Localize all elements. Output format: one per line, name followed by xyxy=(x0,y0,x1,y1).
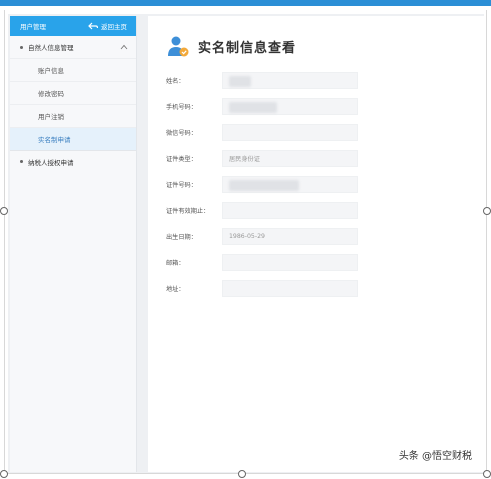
chevron-up-icon xyxy=(120,44,128,50)
frame-border-left xyxy=(4,10,5,474)
resize-handle-bottom-left[interactable] xyxy=(0,470,8,478)
form-row-email: 邮箱： xyxy=(166,254,358,271)
field-label: 地址： xyxy=(166,286,185,293)
back-to-home-label: 返回主页 xyxy=(101,23,127,31)
field-label: 手机号码： xyxy=(166,104,197,111)
bullet-icon xyxy=(20,160,23,163)
resize-handle-bottom[interactable] xyxy=(238,470,246,478)
resize-handle-bottom-right[interactable] xyxy=(483,470,491,478)
back-to-home-link[interactable]: 返回主页 xyxy=(88,21,127,31)
field-label: 姓名： xyxy=(166,78,185,85)
back-arrow-icon xyxy=(88,22,98,30)
redacted-mask xyxy=(229,180,299,191)
address-field[interactable] xyxy=(222,280,358,297)
birthdate-field[interactable]: 1986-05-29 xyxy=(222,228,358,245)
id-type-value: 居民身份证 xyxy=(229,156,260,163)
top-accent-bar xyxy=(0,0,491,6)
form-row-id-number: 证件号码： xyxy=(166,176,358,193)
sidebar-item-label: 用户注销 xyxy=(38,113,64,121)
form-row-id-type: 证件类型： 居民身份证 xyxy=(166,150,358,167)
page-header: 实名制信息查看 xyxy=(166,34,296,58)
field-label: 证件有效期止： xyxy=(166,208,210,215)
user-profile-icon xyxy=(168,36,189,57)
form-row-address: 地址： xyxy=(166,280,358,297)
sidebar-item-user-deregister[interactable]: 用户注销 xyxy=(10,104,136,127)
sidebar-group-natural-person[interactable]: 自然人信息管理 xyxy=(10,36,136,58)
watermark-text: 头条 @悟空财税 xyxy=(398,451,472,462)
email-field[interactable] xyxy=(222,254,358,271)
field-label: 证件号码： xyxy=(166,182,197,189)
redacted-mask xyxy=(229,76,251,87)
bullet-icon xyxy=(20,45,23,49)
resize-handle-left[interactable] xyxy=(0,207,8,215)
form-row-wechat: 微信号码： xyxy=(166,124,358,141)
sidebar-group-taxpayer-authorization[interactable]: 纳税人授权申请 xyxy=(10,150,136,172)
field-label: 证件类型： xyxy=(166,156,197,163)
id-type-field[interactable]: 居民身份证 xyxy=(222,150,358,167)
phone-field[interactable] xyxy=(222,98,358,115)
sidebar-header: 用户管理 返回主页 xyxy=(10,16,136,36)
watermark: 头条 @悟空财税 xyxy=(399,447,472,462)
sidebar-item-label: 实名制申请 xyxy=(38,136,71,144)
birthdate-value: 1986-05-29 xyxy=(229,233,265,240)
sidebar-item-change-password[interactable]: 修改密码 xyxy=(10,81,136,104)
sidebar-header-title: 用户管理 xyxy=(20,23,46,31)
sidebar-item-label: 账户信息 xyxy=(38,67,64,75)
sidebar: 用户管理 返回主页 自然人信息管理 账户信息 修改密码 用户注销 实名制申请 纳… xyxy=(10,16,137,472)
redacted-mask xyxy=(229,102,277,113)
id-expiry-field[interactable] xyxy=(222,202,358,219)
form-row-birthdate: 出生日期： 1986-05-29 xyxy=(166,228,358,245)
main-panel: 实名制信息查看 姓名： 手机号码： 微信号码： 证件类型： 居民身份证 证件号码… xyxy=(148,16,484,472)
name-field[interactable] xyxy=(222,72,358,89)
sidebar-group-label: 自然人信息管理 xyxy=(28,44,74,52)
field-label: 微信号码： xyxy=(166,130,197,137)
form-row-id-expiry: 证件有效期止： xyxy=(166,202,358,219)
wechat-field[interactable] xyxy=(222,124,358,141)
sidebar-group-label: 纳税人授权申请 xyxy=(28,158,74,167)
frame-border-right xyxy=(486,10,487,474)
form-row-name: 姓名： xyxy=(166,72,358,89)
page-title: 实名制信息查看 xyxy=(198,40,297,56)
sidebar-item-label: 修改密码 xyxy=(38,90,64,98)
field-label: 出生日期： xyxy=(166,234,197,241)
resize-handle-right[interactable] xyxy=(483,207,491,215)
field-label: 邮箱： xyxy=(166,260,185,267)
sidebar-item-account-info[interactable]: 账户信息 xyxy=(10,58,136,81)
form-row-phone: 手机号码： xyxy=(166,98,358,115)
sidebar-item-real-name-application[interactable]: 实名制申请 xyxy=(10,127,136,150)
id-number-field[interactable] xyxy=(222,176,358,193)
